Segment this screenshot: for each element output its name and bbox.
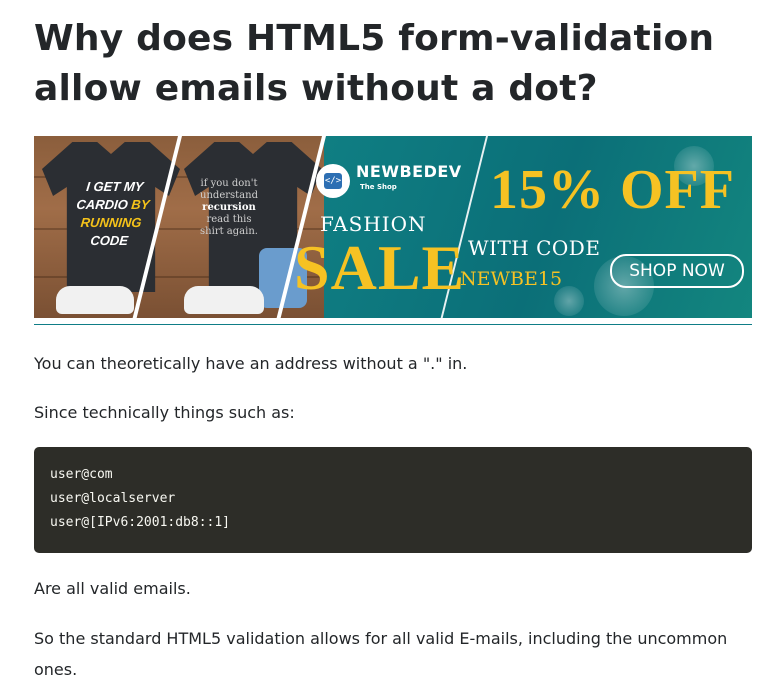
shirt2-line: shirt again. (200, 226, 258, 237)
shirt1-line: I GET MY (85, 179, 145, 194)
sneaker-image (56, 286, 134, 314)
answer-paragraph: So the standard HTML5 validation allows … (34, 629, 728, 679)
shirt1-line: RUNNING (79, 215, 143, 230)
code-line: user@com (50, 467, 113, 482)
shirt2-line: if you don't (200, 178, 258, 189)
answer-paragraph: You can theoretically have an address wi… (34, 354, 468, 373)
shop-now-button[interactable]: SHOP NOW (610, 254, 744, 288)
code-block: user@com user@localserver user@[IPv6:200… (34, 447, 752, 553)
answer-paragraph: Since technically things such as: (34, 403, 295, 422)
ad-brand-subtitle: The Shop (360, 183, 397, 191)
sneaker-image (184, 286, 264, 314)
ad-promo-code: NEWBE15 (460, 268, 563, 290)
shirt1-line: CODE (89, 233, 129, 248)
shirt2-line: read this (206, 214, 252, 225)
ad-sale-label: SALE (294, 232, 466, 303)
question-title: Why does HTML5 form-validation allow ema… (34, 18, 715, 109)
page: Why does HTML5 form-validation allow ema… (0, 0, 762, 688)
shirt1-text-highlight: BY (130, 197, 151, 212)
bokeh-light (554, 286, 584, 316)
shirt1-text: CARDIO (75, 197, 133, 212)
ad-banner[interactable]: I GET MY CARDIO BY RUNNING CODE if you d… (34, 136, 752, 318)
shirt1-line: CARDIO BY (72, 196, 154, 214)
shirt2-line: recursion (202, 202, 256, 213)
ad-discount: 15% OFF (490, 159, 735, 221)
answer-paragraph: Are all valid emails. (34, 579, 191, 598)
ad-divider (34, 324, 752, 325)
code-line: user@[IPv6:2001:db8::1] (50, 515, 231, 530)
shirt2-print: if you don't understand recursion read t… (188, 178, 270, 238)
ad-with-code-label: WITH CODE (468, 236, 601, 260)
code-icon: </> (324, 173, 342, 189)
ad-photo: I GET MY CARDIO BY RUNNING CODE if you d… (34, 136, 324, 318)
shirt2-line: understand (200, 190, 258, 201)
ad-brand-name: NEWBEDEV (356, 162, 462, 181)
shirt1-print: I GET MY CARDIO BY RUNNING CODE (68, 178, 156, 250)
newbedev-logo-icon: </> (316, 164, 350, 198)
code-line: user@localserver (50, 491, 176, 506)
